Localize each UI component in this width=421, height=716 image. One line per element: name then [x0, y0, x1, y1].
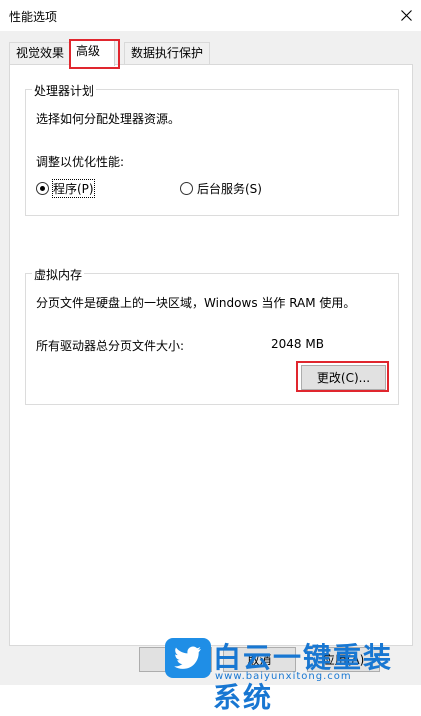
total-paging-label: 所有驱动器总分页文件大小:: [36, 339, 185, 353]
radio-background-label: 后台服务(S): [197, 182, 262, 196]
processor-scheduling-group: 处理器计划 选择如何分配处理器资源。 调整以优化性能: 程序(P) 后台服务(S…: [25, 82, 399, 216]
change-button[interactable]: 更改(C)...: [301, 365, 386, 390]
processor-description: 选择如何分配处理器资源。: [36, 112, 181, 126]
radio-unchecked-icon: [180, 182, 193, 195]
close-button[interactable]: [391, 0, 421, 30]
radio-background-services[interactable]: 后台服务(S): [180, 180, 262, 197]
tab-label: 视觉效果: [16, 46, 65, 60]
tab-label: 高级: [76, 44, 101, 58]
tab-label: 数据执行保护: [131, 46, 204, 60]
total-paging-value: 2048 MB: [271, 337, 324, 351]
radio-programs-label: 程序(P): [52, 179, 95, 198]
advanced-tab-panel: 处理器计划 选择如何分配处理器资源。 调整以优化性能: 程序(P) 后台服务(S…: [9, 64, 413, 646]
tab-visual-effects[interactable]: 视觉效果: [9, 42, 72, 65]
twitter-bird-icon: [165, 638, 211, 678]
virtual-memory-description: 分页文件是硬盘上的一块区域，Windows 当作 RAM 使用。: [36, 296, 356, 310]
radio-programs[interactable]: 程序(P): [36, 179, 95, 198]
title-bar: 性能选项: [0, 0, 421, 31]
change-button-label: 更改(C)...: [316, 371, 371, 385]
group-title: 处理器计划: [32, 82, 97, 99]
watermark-url: www.baiyunxitong.com: [215, 671, 352, 682]
watermark: 白云一键重装系统 www.baiyunxitong.com: [165, 636, 421, 714]
adjust-label: 调整以优化性能:: [36, 155, 125, 169]
virtual-memory-group: 虚拟内存 分页文件是硬盘上的一块区域，Windows 当作 RAM 使用。 所有…: [25, 266, 399, 405]
radio-checked-icon: [36, 182, 49, 195]
group-title: 虚拟内存: [32, 266, 85, 283]
tab-dep[interactable]: 数据执行保护: [124, 42, 211, 65]
dialog-body: 视觉效果 数据执行保护 处理器计划 选择如何分配处理器资源。 调整以优化性能: …: [0, 31, 421, 685]
tab-advanced[interactable]: 高级: [69, 40, 115, 66]
window-title: 性能选项: [9, 10, 58, 24]
close-icon: [400, 9, 412, 21]
